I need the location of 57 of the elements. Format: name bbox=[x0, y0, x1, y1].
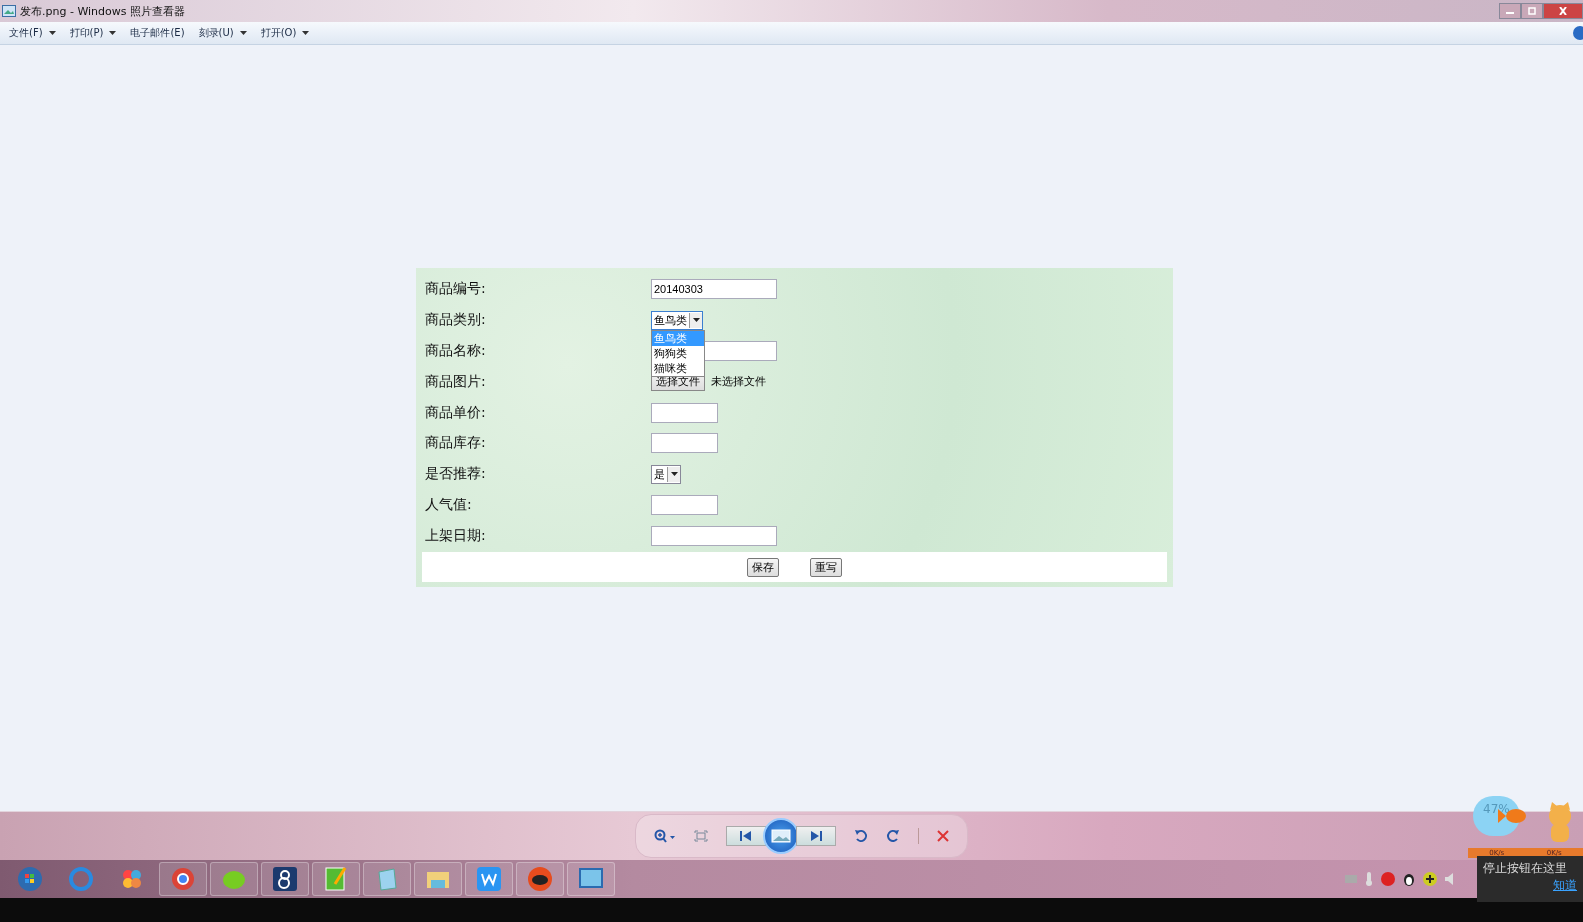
window-title: 发布.png - Windows 照片查看器 bbox=[20, 3, 185, 19]
text-field[interactable] bbox=[651, 525, 777, 546]
caret-icon bbox=[670, 472, 678, 477]
dropdown[interactable]: 是 bbox=[651, 464, 681, 484]
tooltip-text: 停止按钮在这里 bbox=[1483, 860, 1568, 877]
taskbar-app[interactable] bbox=[261, 862, 309, 896]
field-label: 商品库存: bbox=[424, 434, 487, 453]
next-button[interactable] bbox=[796, 826, 836, 846]
rotate-right-icon[interactable] bbox=[886, 829, 900, 843]
text-field[interactable]: 20140303 bbox=[651, 279, 777, 300]
menu-item[interactable]: 刻录(U) bbox=[193, 24, 252, 42]
thermometer-icon[interactable] bbox=[1365, 872, 1373, 886]
close-icon bbox=[1558, 7, 1568, 15]
rotate-left-icon[interactable] bbox=[854, 829, 868, 843]
penguin-icon[interactable] bbox=[1403, 872, 1415, 886]
minimize-button[interactable] bbox=[1499, 3, 1521, 19]
restore-icon bbox=[1527, 7, 1537, 15]
menu-item[interactable]: 打开(O) bbox=[255, 24, 315, 42]
dropdown-option[interactable]: 狗狗类 bbox=[652, 345, 704, 361]
zoom-icon[interactable] bbox=[654, 829, 676, 843]
field-label: 是否推荐: bbox=[424, 465, 487, 484]
text-field[interactable] bbox=[651, 402, 718, 423]
notepad-pen-icon bbox=[323, 866, 349, 892]
taskbar-app[interactable] bbox=[516, 862, 564, 896]
field-label: 商品图片: bbox=[424, 372, 487, 391]
menu-item[interactable]: 打印(P) bbox=[64, 24, 122, 42]
dropdown[interactable]: 鱼鸟类 bbox=[651, 310, 703, 330]
file-status: 未选择文件 bbox=[711, 374, 766, 390]
text-field[interactable] bbox=[651, 494, 718, 515]
restore-button[interactable] bbox=[1521, 3, 1543, 19]
field-label: 商品单价: bbox=[424, 403, 487, 422]
caret-icon bbox=[692, 318, 700, 323]
field-label: 商品名称: bbox=[424, 342, 487, 360]
delete-icon[interactable] bbox=[937, 830, 949, 842]
previous-button[interactable] bbox=[726, 826, 766, 846]
field-label: 商品类别: bbox=[424, 311, 487, 330]
field-label: 人气值: bbox=[424, 495, 473, 514]
fit-to-window-icon[interactable] bbox=[694, 830, 708, 842]
form-button[interactable]: 保存 bbox=[747, 557, 779, 577]
number-eight-icon bbox=[272, 866, 298, 892]
previous-icon bbox=[740, 831, 752, 841]
close-button[interactable] bbox=[1543, 3, 1583, 19]
letter-w-icon bbox=[476, 866, 502, 892]
tooltip-link[interactable]: 知道 bbox=[1553, 877, 1577, 894]
plus-circle-icon[interactable] bbox=[1423, 872, 1437, 886]
picture-icon bbox=[771, 829, 791, 843]
speaker-icon[interactable] bbox=[1445, 873, 1453, 885]
menu-item[interactable]: 文件(F) bbox=[4, 24, 61, 42]
text-field[interactable] bbox=[651, 433, 718, 454]
field-label: 商品编号: bbox=[424, 280, 487, 299]
picture-icon bbox=[2, 5, 16, 17]
form-button[interactable]: 重写 bbox=[810, 557, 842, 577]
slideshow-button[interactable] bbox=[763, 818, 799, 854]
windows-logo-icon bbox=[17, 866, 43, 892]
next-icon bbox=[810, 831, 822, 841]
field-label: 上架日期: bbox=[424, 526, 487, 545]
menu-item[interactable]: 电子邮件(E) bbox=[125, 24, 190, 42]
